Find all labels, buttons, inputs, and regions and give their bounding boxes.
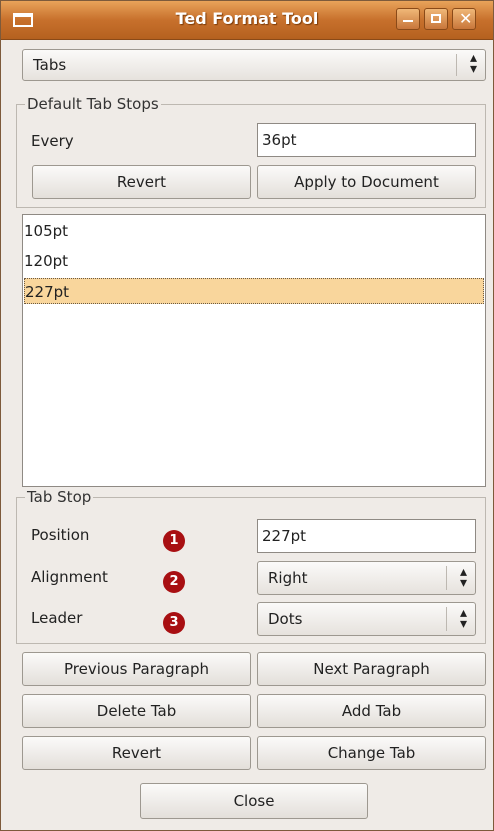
- revert-button[interactable]: Revert: [22, 736, 251, 770]
- apply-to-document-button[interactable]: Apply to Document: [257, 165, 476, 199]
- list-item[interactable]: 120pt: [24, 248, 484, 274]
- next-paragraph-button[interactable]: Next Paragraph: [257, 652, 486, 686]
- list-item[interactable]: 105pt: [24, 218, 484, 244]
- position-label: Position: [31, 526, 90, 544]
- every-label: Every: [31, 132, 74, 150]
- list-item-selected[interactable]: 227pt: [24, 278, 484, 304]
- tab-stop-list[interactable]: 105pt 120pt 227pt: [22, 214, 486, 487]
- change-tab-button[interactable]: Change Tab: [257, 736, 486, 770]
- format-tool-window: Ted Format Tool ✕ Tabs ▴ ▾ Default Tab St…: [0, 0, 494, 831]
- spin-arrows-icon: ▴ ▾: [469, 50, 477, 77]
- position-input[interactable]: 227pt: [257, 519, 476, 553]
- spin-arrows-icon: ▴ ▾: [459, 564, 467, 591]
- default-revert-button[interactable]: Revert: [32, 165, 251, 199]
- add-tab-button[interactable]: Add Tab: [257, 694, 486, 728]
- tab-stop-label: Tab Stop: [25, 488, 94, 506]
- leader-combo[interactable]: Dots ▴ ▾: [257, 602, 476, 636]
- maximize-button[interactable]: [424, 8, 448, 30]
- page-selector-combo[interactable]: Tabs ▴ ▾: [22, 49, 486, 81]
- spin-arrows-icon: ▴ ▾: [459, 605, 467, 632]
- page-selector-value: Tabs: [33, 56, 67, 74]
- close-icon: ✕: [459, 9, 473, 28]
- close-button[interactable]: Close: [140, 783, 368, 819]
- default-tab-stops-label: Default Tab Stops: [25, 95, 161, 113]
- badge-1: 1: [163, 530, 185, 552]
- alignment-label: Alignment: [31, 568, 108, 586]
- delete-tab-button[interactable]: Delete Tab: [22, 694, 251, 728]
- leader-label: Leader: [31, 609, 83, 627]
- close-window-button[interactable]: ✕: [452, 8, 476, 30]
- badge-2: 2: [163, 571, 185, 593]
- title-bar[interactable]: Ted Format Tool ✕: [1, 1, 493, 40]
- minimize-button[interactable]: [396, 8, 420, 30]
- badge-3: 3: [163, 612, 185, 634]
- every-input[interactable]: 36pt: [257, 123, 476, 157]
- alignment-combo[interactable]: Right ▴ ▾: [257, 561, 476, 595]
- previous-paragraph-button[interactable]: Previous Paragraph: [22, 652, 251, 686]
